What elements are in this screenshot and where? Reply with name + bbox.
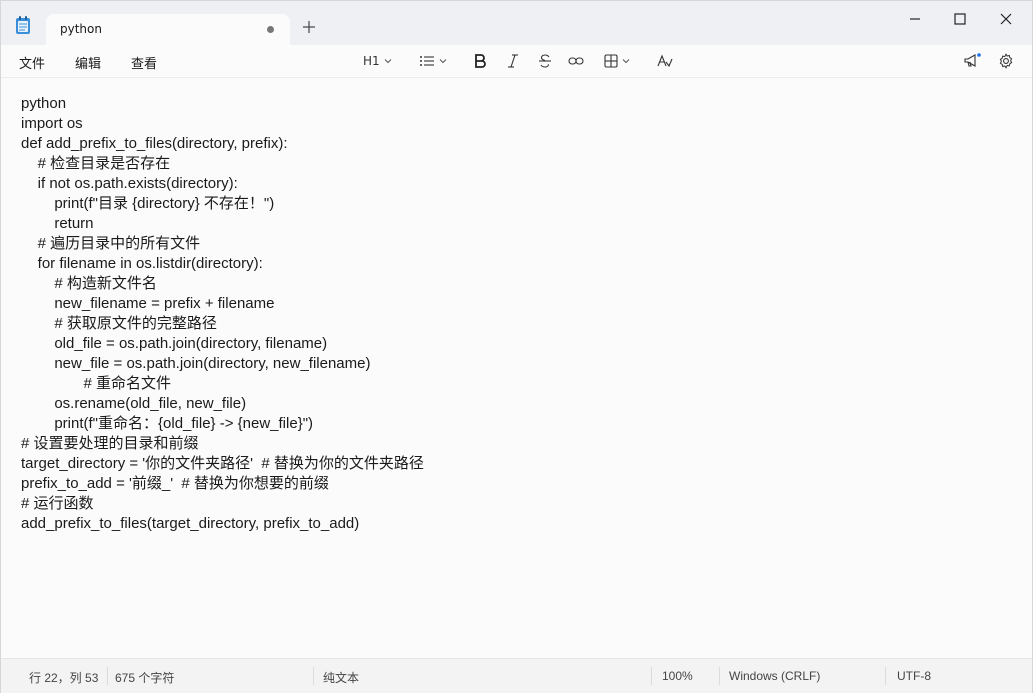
- strikethrough-icon: [539, 54, 551, 68]
- strikethrough-button[interactable]: [538, 51, 552, 71]
- bold-button[interactable]: [473, 51, 487, 71]
- code-line: def add_prefix_to_files(directory, prefi…: [21, 135, 288, 152]
- code-line: return: [21, 215, 94, 232]
- code-line: import os: [21, 115, 83, 132]
- zoom-level[interactable]: 100%: [662, 669, 693, 683]
- chevron-down-icon: [384, 59, 392, 64]
- bold-icon: [475, 54, 486, 68]
- code-line: new_file = os.path.join(directory, new_f…: [21, 355, 371, 372]
- italic-button[interactable]: [506, 51, 520, 71]
- close-icon[interactable]: [991, 5, 1021, 33]
- gear-icon: [999, 53, 1013, 69]
- menu-edit[interactable]: 编辑: [75, 53, 101, 72]
- menu-view[interactable]: 查看: [131, 53, 157, 72]
- list-dropdown[interactable]: [419, 51, 447, 71]
- table-icon: [604, 54, 618, 68]
- italic-icon: [508, 54, 518, 68]
- table-dropdown[interactable]: [604, 51, 630, 71]
- megaphone-icon: [964, 53, 981, 67]
- code-line: add_prefix_to_files(target_directory, pr…: [21, 515, 360, 532]
- notepad-icon: [16, 16, 30, 34]
- unsaved-dot-icon[interactable]: [267, 26, 274, 33]
- code-line: # 设置要处理的目录和前缀: [21, 435, 199, 452]
- link-icon: [568, 57, 584, 65]
- code-line: target_directory = '你的文件夹路径' # 替换为你的文件夹路…: [21, 455, 424, 472]
- code-line: # 检查目录是否存在: [21, 155, 171, 172]
- code-line: # 重命名文件: [21, 375, 172, 392]
- maximize-icon[interactable]: [945, 5, 975, 33]
- clear-format-icon: [657, 54, 673, 68]
- code-line: prefix_to_add = '前缀_' # 替换为你想要的前缀: [21, 475, 329, 492]
- line-ending[interactable]: Windows (CRLF): [729, 669, 820, 683]
- code-line: old_file = os.path.join(directory, filen…: [21, 335, 328, 352]
- heading-dropdown[interactable]: H1: [363, 51, 392, 71]
- cursor-position[interactable]: 行 22，列 53: [29, 669, 98, 686]
- title-bar: python: [1, 1, 1032, 45]
- code-line: for filename in os.listdir(directory):: [21, 255, 263, 272]
- code-line: os.rename(old_file, new_file): [21, 395, 247, 412]
- character-count: 675 个字符: [115, 671, 175, 685]
- code-line: python: [21, 95, 67, 112]
- code-line: # 遍历目录中的所有文件: [21, 235, 201, 252]
- code-line: # 获取原文件的完整路径: [21, 315, 217, 332]
- code-line: # 构造新文件名: [21, 275, 157, 292]
- chevron-down-icon: [622, 59, 630, 64]
- text-editor[interactable]: python import os def add_prefix_to_files(d…: [1, 78, 1032, 658]
- tab-title: python: [60, 22, 102, 36]
- notifications-button[interactable]: [963, 51, 981, 71]
- code-line: print(f"目录 {directory} 不存在！"): [21, 195, 275, 212]
- text-format[interactable]: 纯文本: [323, 669, 359, 686]
- menu-bar: 文件 编辑 查看 H1: [1, 45, 1032, 78]
- status-bar: 行 22，列 53 675 个字符 纯文本 100% Windows (CRLF…: [1, 658, 1032, 693]
- encoding[interactable]: UTF-8: [897, 669, 931, 683]
- plus-icon[interactable]: [303, 17, 315, 39]
- heading-label: H1: [363, 54, 380, 68]
- code-line: new_filename = prefix + filename: [21, 295, 275, 312]
- menu-file[interactable]: 文件: [19, 53, 45, 72]
- code-line: # 运行函数: [21, 495, 94, 512]
- notepad-window: python 文件 编辑 查看 H1 python import os def …: [0, 0, 1033, 693]
- code-content[interactable]: python import os def add_prefix_to_files(d…: [21, 94, 424, 534]
- chevron-down-icon: [439, 59, 447, 64]
- list-icon: [420, 56, 434, 66]
- tab-python[interactable]: python: [46, 14, 290, 45]
- settings-button[interactable]: [998, 51, 1014, 71]
- code-line: if not os.path.exists(directory):: [21, 175, 238, 192]
- link-button[interactable]: [568, 51, 584, 71]
- clear-format-button[interactable]: [657, 51, 673, 71]
- code-line: print(f"重命名：{old_file} -> {new_file}"): [21, 415, 314, 432]
- minimize-icon[interactable]: [900, 5, 930, 33]
